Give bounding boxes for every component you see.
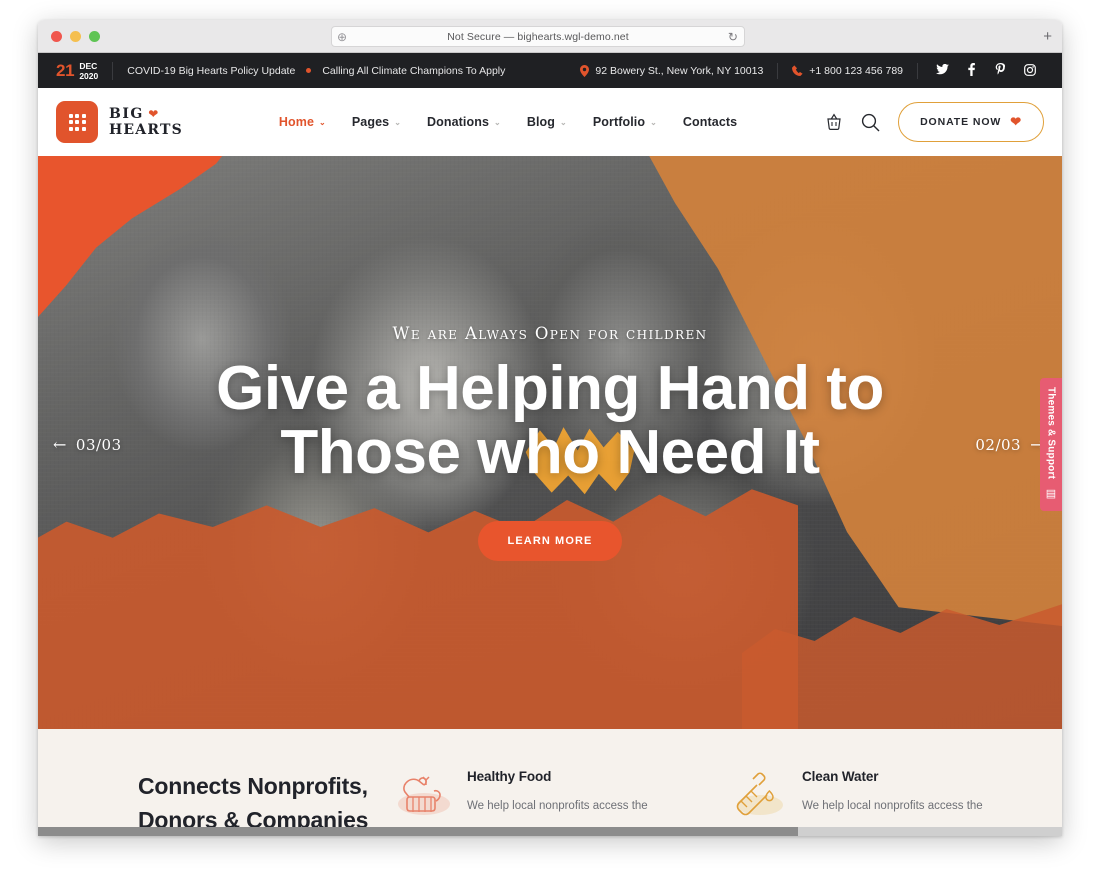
healthy-food-icon — [396, 769, 452, 821]
new-tab-button[interactable]: + — [1043, 29, 1052, 44]
nav-item-blog[interactable]: Blog ⌄ — [527, 115, 567, 129]
maximize-window-button[interactable] — [89, 30, 100, 42]
themes-support-label: Themes & Support — [1045, 387, 1057, 480]
twitter-icon[interactable] — [928, 63, 957, 77]
site-header: BIG ❤ HEARTS Home ⌄ Pages ⌄ Donations ⌄ … — [38, 88, 1062, 156]
browser-window: ⊕ Not Secure — bighearts.wgl-demo.net ↻ … — [38, 20, 1062, 836]
chevron-down-icon: ⌄ — [494, 117, 501, 127]
search-icon[interactable] — [861, 113, 880, 132]
book-icon: ▤ — [1045, 488, 1057, 501]
cart-icon[interactable] — [825, 113, 843, 131]
date-month-year: DEC 2020 — [79, 61, 98, 81]
learn-more-button[interactable]: LEARN MORE — [477, 521, 623, 561]
location-pin-icon — [580, 64, 590, 77]
date-month: DEC — [79, 60, 98, 71]
donate-now-button[interactable]: DONATE NOW ❤ — [898, 102, 1044, 142]
page-scrollbar[interactable] — [38, 827, 1062, 836]
slider-prev-control[interactable]: ← 03/03 — [53, 435, 122, 454]
themes-support-tab[interactable]: Themes & Support ▤ — [1040, 378, 1062, 511]
news-ticker: COVID-19 Big Hearts Policy Update Callin… — [127, 65, 505, 77]
nav-label: Blog — [526, 115, 555, 129]
feature-text: Clean Water We help local nonprofits acc… — [802, 769, 1017, 836]
divider — [112, 61, 114, 80]
pinterest-icon[interactable] — [986, 63, 1015, 78]
feature-title: Healthy Food — [467, 769, 552, 784]
logo-grid-icon — [56, 101, 98, 143]
feature-description: We help local nonprofits access the — [802, 800, 983, 812]
chevron-down-icon: ⌄ — [560, 117, 567, 127]
phone-item[interactable]: +1 800 123 456 789 — [778, 65, 917, 77]
slider-prev-counter: 03/03 — [75, 435, 122, 454]
top-contact-group: 92 Bowery St., New York, NY 10013 +1 800… — [566, 62, 1044, 79]
chevron-down-icon: ⌄ — [394, 117, 401, 127]
nav-item-home[interactable]: Home ⌄ — [279, 115, 326, 129]
address-text: 92 Bowery St., New York, NY 10013 — [595, 64, 764, 77]
hero-title: Give a Helping Hand to Those who Need It — [216, 357, 884, 485]
heart-icon: ❤ — [1010, 114, 1022, 129]
address-bar[interactable]: ⊕ Not Secure — bighearts.wgl-demo.net ↻ — [331, 26, 745, 47]
clean-water-icon — [731, 769, 787, 821]
window-controls[interactable] — [51, 30, 100, 42]
feature-title: Clean Water — [802, 769, 879, 784]
feature-item-healthy-food[interactable]: Healthy Food We help local nonprofits ac… — [396, 769, 686, 836]
donate-label: DONATE NOW — [920, 116, 1002, 128]
scrollbar-thumb[interactable] — [38, 827, 798, 836]
logo-heart-icon: ❤ — [148, 107, 159, 121]
phone-text: +1 800 123 456 789 — [809, 64, 903, 77]
hero-content: We are Always Open for children Give a H… — [38, 156, 1062, 729]
minimize-window-button[interactable] — [70, 30, 81, 42]
nav-item-donations[interactable]: Donations ⌄ — [427, 115, 501, 129]
hero-subtitle: We are Always Open for children — [392, 324, 708, 343]
top-info-bar: 21 DEC 2020 COVID-19 Big Hearts Policy U… — [38, 53, 1062, 88]
ticker-item-1[interactable]: COVID-19 Big Hearts Policy Update — [127, 65, 295, 77]
facebook-icon[interactable] — [957, 63, 986, 78]
hero-title-line2: Those who Need It — [280, 418, 820, 487]
reload-icon[interactable]: ↻ — [728, 30, 738, 44]
header-actions: DONATE NOW ❤ — [825, 102, 1044, 142]
feature-item-clean-water[interactable]: Clean Water We help local nonprofits acc… — [731, 769, 1021, 836]
feature-text: Healthy Food We help local nonprofits ac… — [467, 769, 682, 836]
nav-item-contacts[interactable]: Contacts — [683, 115, 737, 129]
chevron-down-icon: ⌄ — [650, 117, 657, 127]
logo-line1: BIG — [109, 106, 144, 122]
close-window-button[interactable] — [51, 30, 62, 42]
logo-line2: HEARTS — [109, 122, 183, 138]
browser-chrome: ⊕ Not Secure — bighearts.wgl-demo.net ↻ … — [38, 20, 1062, 53]
address-item: 92 Bowery St., New York, NY 10013 — [566, 64, 777, 77]
nav-label: Home — [278, 115, 315, 129]
logo-wordmark: BIG ❤ HEARTS — [109, 106, 183, 138]
date-badge: 21 DEC 2020 — [56, 61, 98, 81]
ticker-dot-icon — [306, 68, 312, 73]
url-text: Not Secure — bighearts.wgl-demo.net — [447, 30, 629, 43]
feature-description: We help local nonprofits access the — [467, 800, 648, 812]
slider-next-control[interactable]: 02/03 → — [975, 435, 1044, 454]
features-heading: Connects Nonprofits, Donors & Companies — [38, 769, 378, 836]
hero-title-line1: Give a Helping Hand to — [216, 354, 884, 423]
arrow-left-icon: ← — [53, 435, 67, 454]
site-logo[interactable]: BIG ❤ HEARTS — [56, 101, 183, 143]
features-heading-line1: Connects Nonprofits, — [138, 773, 368, 799]
main-navigation: Home ⌄ Pages ⌄ Donations ⌄ Blog ⌄ Portfo… — [279, 115, 737, 129]
features-section: Connects Nonprofits, Donors & Companies — [38, 729, 1062, 836]
date-day: 21 — [56, 60, 75, 80]
site-viewport: 21 DEC 2020 COVID-19 Big Hearts Policy U… — [38, 53, 1062, 836]
chevron-down-icon: ⌄ — [319, 117, 326, 127]
date-year: 2020 — [79, 70, 99, 81]
social-links — [918, 63, 1044, 78]
hero-slider: We are Always Open for children Give a H… — [38, 156, 1062, 729]
grid-dots-icon — [68, 113, 86, 131]
phone-icon — [792, 65, 803, 76]
site-info-icon[interactable]: ⊕ — [337, 30, 347, 44]
nav-label: Pages — [351, 115, 390, 129]
nav-item-pages[interactable]: Pages ⌄ — [352, 115, 401, 129]
nav-label: Contacts — [682, 115, 738, 129]
slider-next-counter: 02/03 — [975, 435, 1022, 454]
instagram-icon[interactable] — [1015, 63, 1044, 78]
nav-label: Donations — [427, 115, 490, 129]
ticker-item-2[interactable]: Calling All Climate Champions To Apply — [322, 65, 505, 77]
nav-label: Portfolio — [592, 115, 646, 129]
nav-item-portfolio[interactable]: Portfolio ⌄ — [593, 115, 657, 129]
